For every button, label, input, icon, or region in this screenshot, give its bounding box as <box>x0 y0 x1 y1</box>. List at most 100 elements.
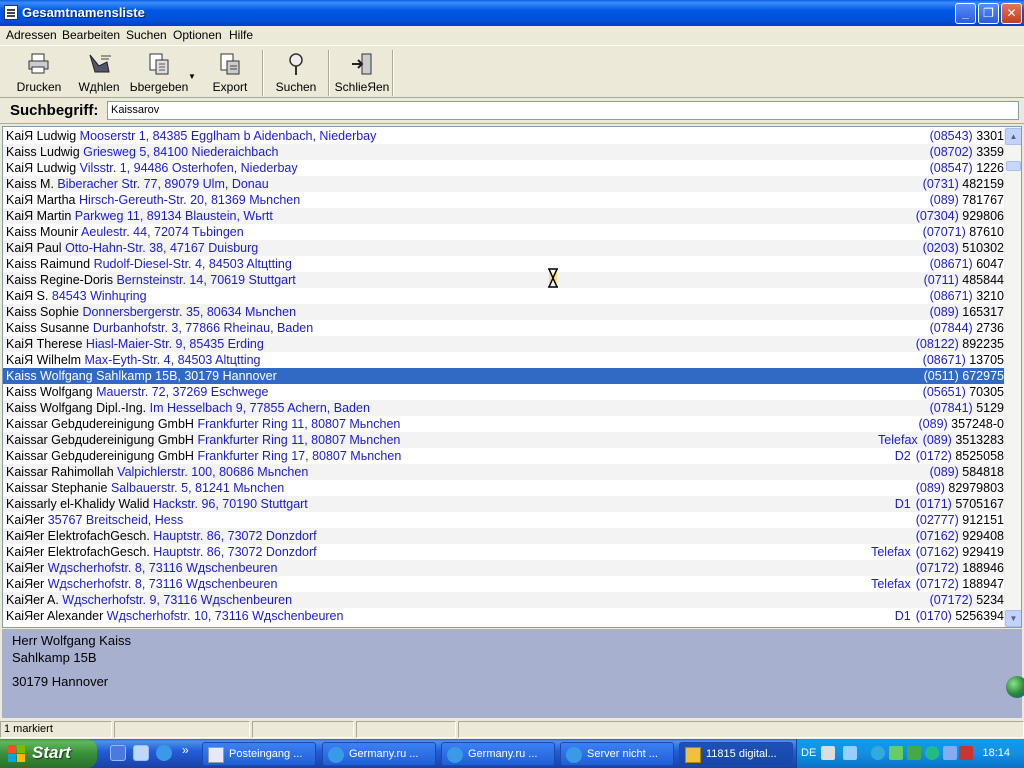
list-item[interactable]: KaiЯ Ludwig Vilsstr. 1, 94486 Osterhofen… <box>3 160 1006 176</box>
menu-optionen[interactable]: Optionen <box>173 28 222 42</box>
list-item[interactable]: Kaiss Mounir Aeulestr. 44, 72074 Tьbinge… <box>3 224 1006 240</box>
contact-address: Valpichlerstr. 100, 80686 Mьnchen <box>117 465 309 479</box>
list-item[interactable]: Kaissar Stephanie Salbauerstr. 5, 81241 … <box>3 480 1006 496</box>
list-item[interactable]: KaiЯ Martha Hirsch-Gereuth-Str. 20, 8136… <box>3 192 1006 208</box>
contact-phone: (07172) 188946 <box>916 560 1004 576</box>
list-item[interactable]: KaiЯ Ludwig Mooserstr 1, 84385 Egglham b… <box>3 128 1006 144</box>
phone-number: 892235 <box>962 337 1004 351</box>
contact-address: Aeulestr. 44, 72074 Tьbingen <box>81 225 244 239</box>
start-button[interactable]: Start <box>0 739 97 768</box>
list-item[interactable]: Kaissarly el-Khalidy Walid Hackstr. 96, … <box>3 496 1006 512</box>
transfer-dropdown[interactable]: ▼ <box>186 50 198 96</box>
transfer-button[interactable]: Ьbergeben <box>128 50 190 96</box>
title-bar[interactable]: Gesamtnamensliste _ ❐ ✕ <box>0 0 1024 26</box>
minimize-button[interactable]: _ <box>955 3 976 24</box>
list-item[interactable]: KaiЯer Alexander Wдscherhofstr. 10, 7311… <box>3 608 1006 624</box>
volume-icon[interactable] <box>821 746 835 760</box>
print-button[interactable]: Drucken <box>12 50 66 96</box>
contact-entry: Kaissar Stephanie Salbauerstr. 5, 81241 … <box>6 480 284 496</box>
vertical-scrollbar[interactable]: ▲ ▼ <box>1004 127 1021 627</box>
list-item[interactable]: Kaiss Wolfgang Sahlkamp 15B, 30179 Hanno… <box>3 368 1006 384</box>
clock[interactable]: 18:14 <box>982 747 1010 759</box>
contact-name: KaiЯ Paul <box>6 241 62 255</box>
back-arrow-icon[interactable] <box>871 746 885 760</box>
search-input[interactable]: Kaissarov <box>107 101 1019 120</box>
list-item[interactable]: Kaissar Gebдudereinigung GmbH Frankfurte… <box>3 416 1006 432</box>
phone-number: 929806 <box>962 209 1004 223</box>
list-item[interactable]: Kaiss Wolfgang Dipl.-Ing. Im Hesselbach … <box>3 400 1006 416</box>
list-item[interactable]: KaiЯer ElektrofachGesch. Hauptstr. 86, 7… <box>3 544 1006 560</box>
list-item[interactable]: KaiЯ Martin Parkweg 11, 89134 Blaustein,… <box>3 208 1006 224</box>
close-button[interactable]: ✕ <box>1001 3 1022 24</box>
list-item[interactable]: KaiЯ Therese Hiasl-Maier-Str. 9, 85435 E… <box>3 336 1006 352</box>
chart-icon[interactable] <box>907 746 921 760</box>
contact-address: Im Hesselbach 9, 77855 Achern, Baden <box>149 401 370 415</box>
contact-entry: Kaiss Sophie Donnersbergerstr. 35, 80634… <box>6 304 296 320</box>
list-item[interactable]: KaiЯer 35767 Breitscheid, Hess (02777) 91… <box>3 512 1006 528</box>
dial-button[interactable]: Wдhlen <box>70 50 128 96</box>
list-item[interactable]: Kaiss Susanne Durbanhofstr. 3, 77866 Rhe… <box>3 320 1006 336</box>
list-item[interactable]: Kaissar Rahimollah Valpichlerstr. 100, 8… <box>3 464 1006 480</box>
list-item[interactable]: Kaiss M. Biberacher Str. 77, 89079 Ulm, … <box>3 176 1006 192</box>
task-germany-ru-1[interactable]: Germany.ru ... <box>322 742 436 766</box>
list-item[interactable]: KaiЯer Wдscherhofstr. 8, 73116 Wдschenbe… <box>3 560 1006 576</box>
list-item[interactable]: Kaiss Sophie Donnersbergerstr. 35, 80634… <box>3 304 1006 320</box>
list-item[interactable]: Kaissar Gebдudereinigung GmbH Frankfurte… <box>3 448 1006 464</box>
task-11815-digital[interactable]: 11815 digital... <box>679 742 793 766</box>
quicklaunch-browser-icon[interactable] <box>156 745 172 761</box>
scroll-up-button[interactable]: ▲ <box>1005 128 1021 145</box>
maximize-button[interactable]: ❐ <box>978 3 999 24</box>
toolbar-separator <box>328 50 330 96</box>
menu-suchen[interactable]: Suchen <box>126 28 167 42</box>
list-item[interactable]: Kaiss Wolfgang Mauerstr. 72, 37269 Eschw… <box>3 384 1006 400</box>
globe-tray-icon[interactable] <box>925 746 939 760</box>
display-icon[interactable] <box>943 746 957 760</box>
task-posteingang[interactable]: Posteingang ... <box>202 742 316 766</box>
network-icon[interactable] <box>889 746 903 760</box>
task-server-nicht[interactable]: Server nicht ... <box>560 742 674 766</box>
quicklaunch-more-icon[interactable]: » <box>182 743 189 757</box>
contact-name: KaiЯ Ludwig <box>6 161 77 175</box>
task-label: Germany.ru ... <box>468 748 538 760</box>
search-button[interactable]: Suchen <box>270 50 322 96</box>
list-item[interactable]: Kaiss Regine-Doris Bernsteinstr. 14, 706… <box>3 272 1006 288</box>
quicklaunch-desktop-icon[interactable] <box>110 745 126 761</box>
list-item[interactable]: Kaiss Raimund Rudolf-Diesel-Str. 4, 8450… <box>3 256 1006 272</box>
transfer-icon <box>147 52 171 76</box>
area-code: (07071) <box>922 225 966 239</box>
phone-number: 3210 <box>976 289 1004 303</box>
area-code: (0203) <box>922 241 959 255</box>
help-icon[interactable] <box>843 746 857 760</box>
scroll-thumb[interactable] <box>1006 161 1021 171</box>
list-item[interactable]: KaiЯer Wдscherhofstr. 8, 73116 Wдschenbe… <box>3 576 1006 592</box>
menu-hilfe[interactable]: Hilfe <box>229 28 253 42</box>
quicklaunch-mail-icon[interactable] <box>133 745 149 761</box>
export-button[interactable]: Export <box>204 50 256 96</box>
globe-icon[interactable] <box>1006 676 1024 698</box>
contact-phone: (07841) 5129 <box>930 400 1004 416</box>
task-germany-ru-2[interactable]: Germany.ru ... <box>441 742 555 766</box>
contact-entry: KaiЯer Wдscherhofstr. 8, 73116 Wдschenbe… <box>6 576 277 592</box>
list-item[interactable]: KaiЯ Paul Otto-Hahn-Str. 38, 47167 Duisb… <box>3 240 1006 256</box>
list-item[interactable]: KaiЯer A. Wдscherhofstr. 9, 73116 Wдsche… <box>3 592 1006 608</box>
list-item[interactable]: Kaissar Gebдudereinigung GmbH Frankfurte… <box>3 432 1006 448</box>
list-item[interactable]: Kaiss Ludwig Griesweg 5, 84100 Niederaic… <box>3 144 1006 160</box>
list-item[interactable]: KaiЯer ElektrofachGesch. Hauptstr. 86, 7… <box>3 528 1006 544</box>
list-item[interactable]: KaiЯ S. 84543 Winhцring (08671) 3210 <box>3 288 1006 304</box>
contact-entry: KaiЯ Wilhelm Max-Eyth-Str. 4, 84503 Altц… <box>6 352 261 368</box>
area-code: (07162) <box>915 545 959 559</box>
taskbar: Start » Posteingang ... Germany.ru ... G… <box>0 739 1024 768</box>
security-icon[interactable] <box>959 746 973 760</box>
area-code: (089) <box>929 305 959 319</box>
language-indicator[interactable]: DE <box>801 747 816 759</box>
menu-adressen[interactable]: Adressen <box>6 28 57 42</box>
contact-entry: Kaiss Ludwig Griesweg 5, 84100 Niederaic… <box>6 144 278 160</box>
list-item[interactable]: KaiЯ Wilhelm Max-Eyth-Str. 4, 84503 Altц… <box>3 352 1006 368</box>
menu-bearbeiten[interactable]: Bearbeiten <box>62 28 120 42</box>
close-app-button[interactable]: SchlieЯen <box>334 50 390 96</box>
area-code: (05651) <box>922 385 966 399</box>
contact-name: Kaissar Rahimollah <box>6 465 114 479</box>
contact-phone: (07172) 5234 <box>930 592 1004 608</box>
scroll-down-button[interactable]: ▼ <box>1005 610 1021 627</box>
phone-number: 5234 <box>976 593 1004 607</box>
